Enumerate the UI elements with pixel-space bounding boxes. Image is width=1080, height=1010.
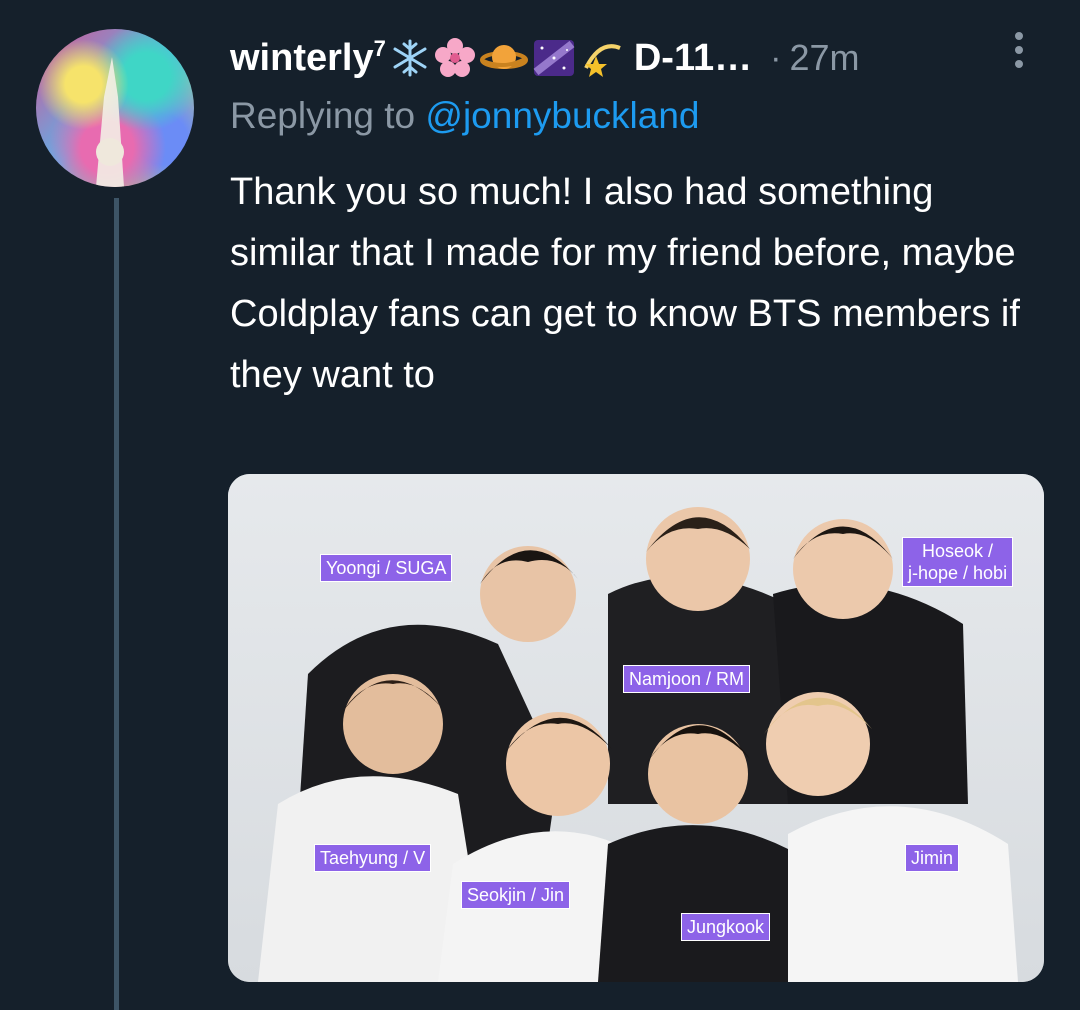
separator-dot: ·: [770, 38, 782, 77]
snowflake-icon: [390, 38, 430, 78]
reply-context: Replying to @jonnybuckland: [230, 95, 700, 137]
reply-handle-link[interactable]: @jonnybuckland: [425, 95, 699, 136]
label-rm: Namjoon / RM: [623, 665, 751, 693]
display-name[interactable]: winterly7: [230, 36, 386, 80]
label-suga: Yoongi / SUGA: [320, 554, 453, 582]
label-jhope: Hoseok / j-hope / hobi: [902, 537, 1014, 587]
avatar[interactable]: [36, 29, 194, 187]
more-options-icon[interactable]: [1012, 32, 1026, 70]
cherry-blossom-icon: [434, 37, 476, 79]
shooting-star-icon: [580, 38, 624, 78]
name-suffix: D-11…: [633, 36, 753, 79]
label-jhope-line1: Hoseok /: [922, 541, 994, 561]
timestamp[interactable]: 27m: [789, 37, 859, 79]
tweet-header: winterly7 D-11… · 27m: [230, 30, 860, 86]
milky-way-icon: [532, 38, 576, 78]
tweet-image[interactable]: Yoongi / SUGA Hoseok / j-hope / hobi Nam…: [228, 474, 1044, 982]
ringed-planet-icon: [479, 38, 528, 78]
label-jhope-line2: j-hope / hobi: [908, 563, 1008, 583]
thread-line: [114, 198, 119, 1010]
label-jungkook: Jungkook: [681, 913, 771, 941]
label-jimin: Jimin: [905, 844, 960, 872]
label-v: Taehyung / V: [314, 844, 432, 872]
avatar-figure: [96, 57, 124, 187]
reply-prefix: Replying to: [230, 95, 416, 136]
label-jin: Seokjin / Jin: [461, 881, 571, 909]
tweet-text: Thank you so much! I also had something …: [230, 171, 1020, 396]
